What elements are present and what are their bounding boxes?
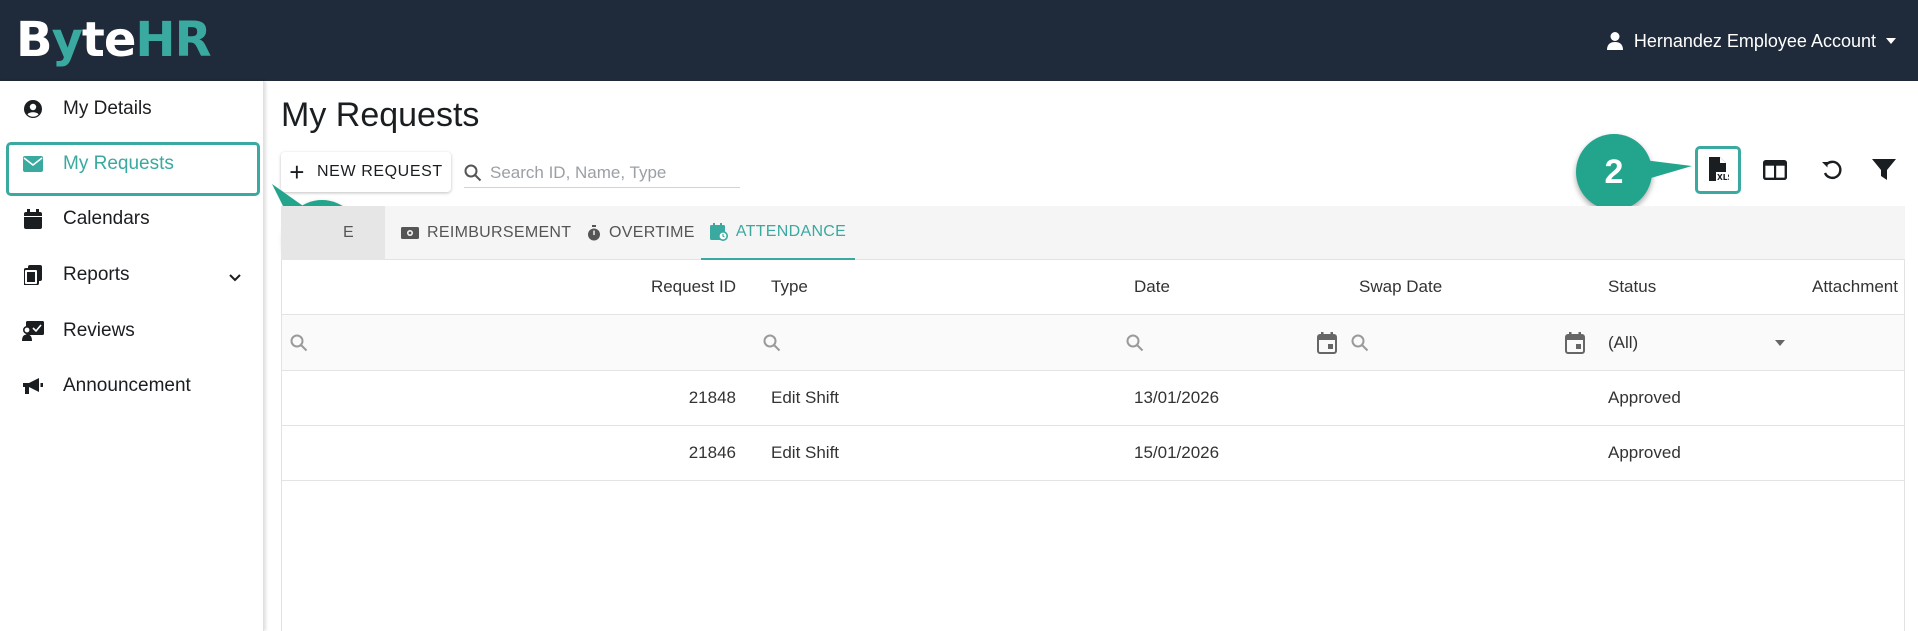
- sidebar: My Details My Requests Calendars Reports…: [0, 81, 264, 631]
- sidebar-item-reports[interactable]: Reports: [0, 249, 264, 301]
- user-circle-icon: [22, 98, 44, 120]
- search-box: [464, 158, 740, 188]
- columns-icon: [1763, 160, 1787, 180]
- table-row[interactable]: 21848 Edit Shift 13/01/2026 Approved: [282, 371, 1904, 426]
- plus-icon: +: [289, 157, 306, 187]
- money-icon: [401, 226, 419, 240]
- stopwatch-icon: [587, 225, 601, 241]
- tab-label: REIMBURSEMENT: [427, 224, 572, 241]
- documents-icon: [22, 264, 44, 286]
- cell-status: Approved: [1608, 388, 1681, 407]
- grid-header-row: Request ID Type Date Swap Date Status At…: [282, 260, 1904, 315]
- callout-2-pointer: [1644, 160, 1692, 180]
- tab-reimbursement[interactable]: REIMBURSEMENT: [401, 206, 571, 260]
- caret-down-icon[interactable]: [1775, 340, 1785, 346]
- user-account-dropdown[interactable]: Hernandez Employee Account: [1606, 26, 1896, 56]
- cell-request-id: 21846: [688, 443, 736, 462]
- sidebar-item-label: Calendars: [63, 208, 150, 229]
- sidebar-item-label: My Details: [63, 98, 152, 119]
- megaphone-icon: [22, 375, 44, 397]
- cell-date: 13/01/2026: [1134, 388, 1220, 407]
- bytehr-logo[interactable]: ByteHR: [16, 12, 212, 68]
- filter-search-icon[interactable]: [290, 315, 308, 370]
- user-account-name: Hernandez Employee Account: [1633, 30, 1876, 51]
- sidebar-item-reviews[interactable]: Reviews: [0, 305, 264, 357]
- sidebar-item-my-requests[interactable]: My Requests: [0, 138, 264, 190]
- tab-label: E: [343, 224, 354, 241]
- undo-icon: [1822, 160, 1842, 180]
- column-header-type[interactable]: Type: [771, 260, 808, 314]
- cell-request-id: 21848: [688, 388, 736, 407]
- cell-type: Edit Shift: [771, 443, 840, 462]
- column-header-request-id[interactable]: Request ID: [282, 260, 736, 314]
- cell-type: Edit Shift: [771, 388, 840, 407]
- tab-overtime[interactable]: OVERTIME: [587, 206, 695, 260]
- table-row[interactable]: 21846 Edit Shift 15/01/2026 Approved: [282, 426, 1904, 481]
- top-navbar: ByteHR Hernandez Employee Account: [0, 0, 1918, 81]
- review-icon: [22, 320, 44, 342]
- step-callout-2: 2: [1576, 134, 1652, 210]
- cell-status: Approved: [1608, 443, 1681, 462]
- user-icon: [1606, 32, 1623, 50]
- status-filter-select[interactable]: (All): [1608, 315, 1638, 370]
- search-icon: [464, 164, 482, 181]
- sidebar-item-label: My Requests: [63, 153, 174, 174]
- column-header-attachment[interactable]: Attachment: [1804, 260, 1898, 314]
- filter-search-icon[interactable]: [763, 315, 781, 370]
- filter-button[interactable]: [1864, 150, 1904, 190]
- envelope-icon: [22, 153, 44, 175]
- sidebar-item-my-details[interactable]: My Details: [0, 83, 264, 135]
- svg-text:XLS: XLS: [1717, 173, 1729, 182]
- caret-down-icon: [1886, 38, 1896, 44]
- cell-date: 15/01/2026: [1134, 443, 1220, 462]
- calendar-icon: [22, 208, 44, 230]
- grid-filter-row: (All): [282, 315, 1904, 371]
- tab-label: ATTENDANCE: [735, 223, 847, 240]
- reset-button[interactable]: [1812, 150, 1852, 190]
- chevron-down-icon: [228, 267, 242, 289]
- page-title: My Requests: [281, 96, 480, 134]
- date-picker-icon[interactable]: [1565, 315, 1585, 370]
- logo-wordmark: ByteHR: [16, 12, 212, 68]
- date-picker-icon[interactable]: [1317, 315, 1337, 370]
- filter-search-icon[interactable]: [1126, 315, 1144, 370]
- sidebar-item-label: Reviews: [63, 320, 135, 341]
- request-tabs: E REIMBURSEMENT OVERTIME ATTENDANCE: [281, 206, 1905, 260]
- filter-search-icon[interactable]: [1351, 315, 1369, 370]
- sidebar-item-label: Reports: [63, 264, 130, 285]
- new-request-label: NEW REQUEST: [317, 163, 443, 180]
- tab-label: OVERTIME: [609, 224, 695, 241]
- column-header-status[interactable]: Status: [1608, 260, 1656, 314]
- search-input[interactable]: [490, 162, 730, 183]
- column-header-date[interactable]: Date: [1134, 260, 1170, 314]
- export-xls-button[interactable]: XLS: [1695, 146, 1741, 194]
- column-header-swap-date[interactable]: Swap Date: [1359, 260, 1442, 314]
- sidebar-item-announcement[interactable]: Announcement: [0, 360, 264, 412]
- sidebar-item-calendars[interactable]: Calendars: [0, 193, 264, 245]
- filter-icon: [1872, 159, 1896, 180]
- sidebar-item-label: Announcement: [63, 375, 191, 396]
- calendar-clock-icon: [709, 223, 728, 241]
- xls-file-icon: XLS: [1709, 157, 1729, 182]
- requests-grid: Request ID Type Date Swap Date Status At…: [281, 260, 1905, 631]
- tab-leave[interactable]: E: [281, 206, 385, 260]
- columns-button[interactable]: [1755, 150, 1795, 190]
- tab-attendance[interactable]: ATTENDANCE: [701, 206, 855, 260]
